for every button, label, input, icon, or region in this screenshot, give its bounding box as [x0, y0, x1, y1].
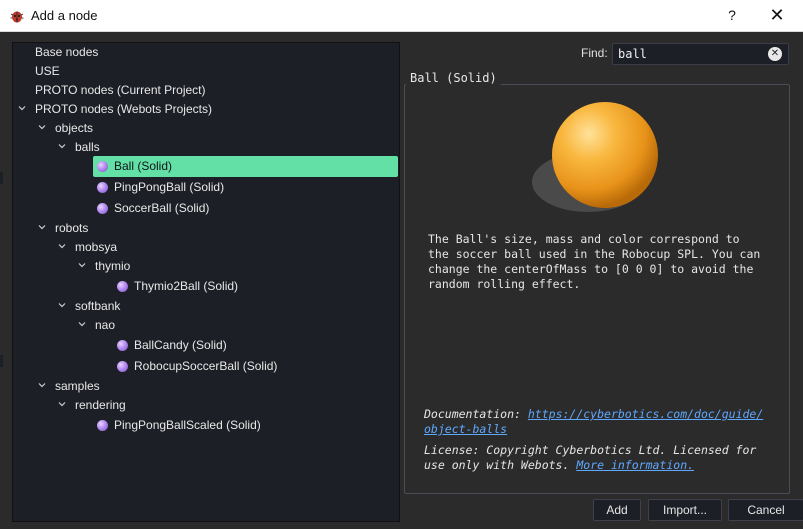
- clear-search-icon[interactable]: ✕: [768, 47, 782, 61]
- chevron-down-icon[interactable]: [77, 257, 87, 276]
- webots-bug-icon: [10, 11, 24, 23]
- tree-item-label: PingPongBallScaled (Solid): [114, 418, 261, 432]
- proto-node-icon: [97, 161, 108, 172]
- add-button[interactable]: Add: [593, 499, 641, 521]
- tree-item-robots[interactable]: robots: [55, 219, 88, 238]
- license-more-info-link[interactable]: More information.: [576, 458, 694, 472]
- tree-item-proto-webots[interactable]: PROTO nodes (Webots Projects): [35, 100, 212, 119]
- tree-item-pingpongball[interactable]: PingPongBall (Solid): [93, 177, 230, 198]
- tree-item-objects[interactable]: objects: [55, 119, 93, 138]
- tree-item-label: SoccerBall (Solid): [114, 201, 210, 215]
- node-tree[interactable]: Base nodes USE PROTO nodes (Current Proj…: [12, 42, 400, 522]
- tree-item-mobsya[interactable]: mobsya: [75, 238, 117, 257]
- tree-item-softbank[interactable]: softbank: [75, 297, 120, 316]
- chevron-down-icon[interactable]: [57, 396, 67, 415]
- title-bar: Add a node ? ✕: [0, 0, 803, 32]
- tree-item-proto-current[interactable]: PROTO nodes (Current Project): [35, 81, 206, 100]
- tree-item-label: BallCandy (Solid): [134, 338, 227, 352]
- tree-item-robocupsoccerball[interactable]: RobocupSoccerBall (Solid): [113, 356, 283, 377]
- tree-item-base-nodes[interactable]: Base nodes: [35, 43, 98, 62]
- tree-item-label: Ball (Solid): [114, 159, 173, 173]
- window-edge-mark: [0, 355, 3, 367]
- tree-item-label: RobocupSoccerBall (Solid): [134, 359, 278, 373]
- tree-item-label: robots: [55, 221, 89, 235]
- proto-node-icon: [117, 340, 128, 351]
- tree-item-rendering[interactable]: rendering: [75, 396, 126, 415]
- tree-item-label: mobsya: [75, 240, 118, 254]
- tree-item-label: nao: [95, 318, 116, 332]
- tree-item-label: Base nodes: [35, 45, 99, 59]
- tree-item-label: PROTO nodes (Current Project): [35, 83, 206, 97]
- proto-node-icon: [97, 182, 108, 193]
- chevron-down-icon[interactable]: [37, 219, 47, 238]
- tree-item-label: balls: [75, 140, 100, 154]
- tree-item-thymio2ball[interactable]: Thymio2Ball (Solid): [113, 276, 244, 297]
- window-edge-mark: [0, 172, 3, 184]
- ball-preview-image: [532, 102, 658, 212]
- chevron-down-icon[interactable]: [37, 377, 47, 396]
- tree-item-balls[interactable]: balls: [75, 138, 100, 157]
- node-details-title: Ball (Solid): [406, 71, 501, 85]
- search-input[interactable]: [612, 43, 789, 65]
- close-button[interactable]: ✕: [755, 0, 799, 31]
- cancel-button[interactable]: Cancel: [728, 499, 803, 521]
- tree-item-pingpongballscaled[interactable]: PingPongBallScaled (Solid): [93, 415, 267, 436]
- chevron-down-icon[interactable]: [77, 316, 87, 335]
- tree-item-label: PingPongBall (Solid): [114, 180, 225, 194]
- proto-node-icon: [117, 361, 128, 372]
- tree-item-label: thymio: [95, 259, 131, 273]
- license-section: License: Copyright Cyberbotics Ltd. Lice…: [424, 443, 780, 473]
- tree-item-thymio[interactable]: thymio: [95, 257, 130, 276]
- chevron-down-icon[interactable]: [57, 297, 67, 316]
- node-description: The Ball's size, mass and color correspo…: [428, 232, 761, 291]
- proto-node-icon: [97, 420, 108, 431]
- tree-item-ball-solid[interactable]: Ball (Solid): [93, 156, 398, 177]
- tree-item-ballcandy[interactable]: BallCandy (Solid): [113, 335, 233, 356]
- chevron-down-icon[interactable]: [37, 119, 47, 138]
- import-button[interactable]: Import...: [648, 499, 722, 521]
- tree-item-label: samples: [55, 379, 100, 393]
- tree-item-label: rendering: [75, 398, 126, 412]
- chevron-down-icon[interactable]: [57, 138, 67, 157]
- documentation-section: Documentation: https://cyberbotics.com/d…: [424, 407, 780, 437]
- tree-item-label: Thymio2Ball (Solid): [134, 279, 239, 293]
- tree-item-label: USE: [35, 64, 60, 78]
- tree-item-label: softbank: [75, 299, 121, 313]
- chevron-down-icon[interactable]: [57, 238, 67, 257]
- window-title: Add a node: [31, 8, 98, 23]
- tree-item-soccerball[interactable]: SoccerBall (Solid): [93, 198, 215, 219]
- documentation-label: Documentation:: [424, 407, 521, 421]
- proto-node-icon: [97, 203, 108, 214]
- find-label: Find:: [581, 46, 608, 60]
- tree-item-samples[interactable]: samples: [55, 377, 100, 396]
- help-button[interactable]: ?: [710, 0, 754, 31]
- tree-item-use[interactable]: USE: [35, 62, 60, 81]
- tree-item-label: PROTO nodes (Webots Projects): [35, 102, 212, 116]
- proto-node-icon: [117, 281, 128, 292]
- tree-item-nao[interactable]: nao: [95, 316, 115, 335]
- tree-item-label: objects: [55, 121, 94, 135]
- chevron-down-icon[interactable]: [17, 100, 27, 119]
